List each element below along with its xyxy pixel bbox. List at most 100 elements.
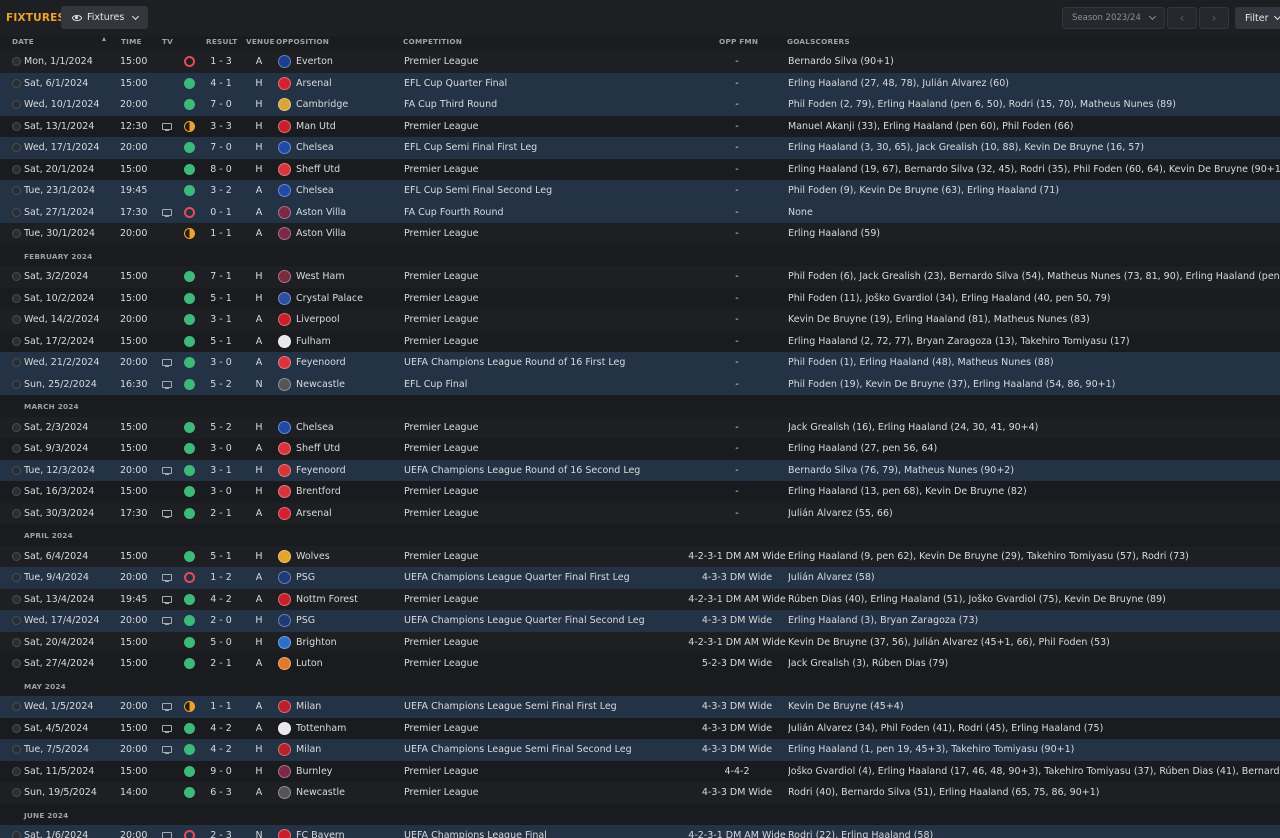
fixture-row[interactable]: Sat, 4/5/2024 15:00 4 - 2 A Tottenham Premier… bbox=[0, 717, 1280, 739]
fixture-competition[interactable]: Premier League bbox=[404, 637, 478, 648]
fixture-result[interactable]: 1 - 3 bbox=[207, 56, 235, 67]
fixture-row[interactable]: Sun, 19/5/2024 14:00 6 - 3 A Newcastle Premie… bbox=[0, 782, 1280, 804]
fixture-row[interactable]: Wed, 1/5/2024 20:00 1 - 1 A Milan UEFA Champi… bbox=[0, 696, 1280, 718]
fixture-result[interactable]: 1 - 2 bbox=[207, 572, 235, 583]
fixture-row[interactable]: Wed, 17/4/2024 20:00 2 - 0 H PSG UEFA Champio… bbox=[0, 610, 1280, 632]
fixture-result[interactable]: 6 - 3 bbox=[207, 787, 235, 798]
fixture-result[interactable]: 2 - 3 bbox=[207, 830, 235, 838]
fixture-opposition[interactable]: Brentford bbox=[296, 486, 341, 497]
fixture-competition[interactable]: UEFA Champions League Semi Final First L… bbox=[404, 701, 617, 712]
fixture-opposition[interactable]: FC Bayern bbox=[296, 830, 345, 838]
fixture-result[interactable]: 7 - 0 bbox=[207, 142, 235, 153]
fixture-row[interactable]: Mon, 1/1/2024 15:00 1 - 3 A Everton Premier L… bbox=[0, 51, 1280, 73]
fixture-opposition[interactable]: Everton bbox=[296, 56, 333, 67]
fixture-opposition[interactable]: Luton bbox=[296, 658, 323, 669]
fixture-competition[interactable]: Premier League bbox=[404, 787, 478, 798]
fixture-result[interactable]: 3 - 1 bbox=[207, 314, 235, 325]
fixture-competition[interactable]: Premier League bbox=[404, 271, 478, 282]
fixture-row[interactable]: Wed, 21/2/2024 20:00 3 - 0 A Feyenoord UEFA C… bbox=[0, 352, 1280, 374]
fixture-opposition[interactable]: PSG bbox=[296, 615, 315, 626]
col-tv[interactable]: TV bbox=[162, 37, 173, 46]
fixture-result[interactable]: 7 - 1 bbox=[207, 271, 235, 282]
fixture-opposition[interactable]: Arsenal bbox=[296, 78, 332, 89]
fixture-competition[interactable]: Premier League bbox=[404, 228, 478, 239]
fixture-competition[interactable]: UEFA Champions League Round of 16 First … bbox=[404, 357, 625, 368]
fixture-row[interactable]: Sat, 10/2/2024 15:00 5 - 1 H Crystal Palace P… bbox=[0, 287, 1280, 309]
fixture-competition[interactable]: EFL Cup Final bbox=[404, 379, 467, 390]
fixture-opposition[interactable]: Tottenham bbox=[296, 723, 346, 734]
fixture-opposition[interactable]: Crystal Palace bbox=[296, 293, 363, 304]
fixture-opposition[interactable]: Sheff Utd bbox=[296, 443, 340, 454]
fixture-competition[interactable]: Premier League bbox=[404, 508, 478, 519]
fixture-result[interactable]: 3 - 1 bbox=[207, 465, 235, 476]
filter-dropdown[interactable]: Filter bbox=[1235, 7, 1280, 29]
fixture-opposition[interactable]: Milan bbox=[296, 744, 321, 755]
fixture-competition[interactable]: EFL Cup Semi Final First Leg bbox=[404, 142, 537, 153]
fixture-opposition[interactable]: Chelsea bbox=[296, 422, 334, 433]
fixture-result[interactable]: 3 - 0 bbox=[207, 357, 235, 368]
col-opp-fmn[interactable]: OPP FMN bbox=[719, 37, 758, 46]
fixture-row[interactable]: Tue, 12/3/2024 20:00 3 - 1 H Feyenoord UEFA C… bbox=[0, 459, 1280, 481]
fixture-row[interactable]: Sat, 11/5/2024 15:00 9 - 0 H Burnley Premier … bbox=[0, 760, 1280, 782]
fixture-competition[interactable]: Premier League bbox=[404, 121, 478, 132]
fixture-result[interactable]: 3 - 0 bbox=[207, 443, 235, 454]
fixture-result[interactable]: 4 - 1 bbox=[207, 78, 235, 89]
fixture-competition[interactable]: UEFA Champions League Quarter Final Firs… bbox=[404, 572, 630, 583]
fixture-result[interactable]: 7 - 0 bbox=[207, 99, 235, 110]
prev-button[interactable]: ‹ bbox=[1167, 7, 1197, 29]
fixture-competition[interactable]: Premier League bbox=[404, 56, 478, 67]
fixture-competition[interactable]: Premier League bbox=[404, 314, 478, 325]
fixture-opposition[interactable]: Fulham bbox=[296, 336, 331, 347]
fixture-opposition[interactable]: Feyenoord bbox=[296, 465, 346, 476]
fixture-result[interactable]: 9 - 0 bbox=[207, 766, 235, 777]
fixture-result[interactable]: 5 - 1 bbox=[207, 551, 235, 562]
fixture-result[interactable]: 5 - 2 bbox=[207, 422, 235, 433]
fixture-result[interactable]: 8 - 0 bbox=[207, 164, 235, 175]
fixture-result[interactable]: 5 - 1 bbox=[207, 293, 235, 304]
fixture-row[interactable]: Tue, 7/5/2024 20:00 4 - 2 H Milan UEFA Champi… bbox=[0, 739, 1280, 761]
fixture-result[interactable]: 3 - 2 bbox=[207, 185, 235, 196]
fixture-row[interactable]: Sun, 25/2/2024 16:30 5 - 2 N Newcastle EFL Cu… bbox=[0, 373, 1280, 395]
fixture-row[interactable]: Tue, 23/1/2024 19:45 3 - 2 A Chelsea EFL Cup … bbox=[0, 180, 1280, 202]
fixture-row[interactable]: Wed, 17/1/2024 20:00 7 - 0 H Chelsea EFL Cup … bbox=[0, 137, 1280, 159]
fixture-opposition[interactable]: Chelsea bbox=[296, 185, 334, 196]
fixture-row[interactable]: Sat, 17/2/2024 15:00 5 - 1 A Fulham Premier L… bbox=[0, 330, 1280, 352]
fixture-row[interactable]: Sat, 13/4/2024 19:45 4 - 2 A Nottm Forest Pre… bbox=[0, 588, 1280, 610]
fixture-row[interactable]: Sat, 20/1/2024 15:00 8 - 0 H Sheff Utd Premie… bbox=[0, 158, 1280, 180]
fixture-competition[interactable]: FA Cup Fourth Round bbox=[404, 207, 504, 218]
fixture-row[interactable]: Sat, 27/1/2024 17:30 0 - 1 A Aston Villa FA C… bbox=[0, 201, 1280, 223]
fixture-competition[interactable]: Premier League bbox=[404, 486, 478, 497]
fixture-opposition[interactable]: Feyenoord bbox=[296, 357, 346, 368]
fixture-competition[interactable]: UEFA Champions League Semi Final Second … bbox=[404, 744, 632, 755]
fixture-opposition[interactable]: Aston Villa bbox=[296, 228, 346, 239]
fixture-competition[interactable]: Premier League bbox=[404, 658, 478, 669]
fixture-row[interactable]: Tue, 9/4/2024 20:00 1 - 2 A PSG UEFA Champion… bbox=[0, 567, 1280, 589]
fixture-result[interactable]: 4 - 2 bbox=[207, 723, 235, 734]
fixture-row[interactable]: Sat, 20/4/2024 15:00 5 - 0 H Brighton Premier… bbox=[0, 631, 1280, 653]
fixture-row[interactable]: Sat, 6/4/2024 15:00 5 - 1 H Wolves Premier Le… bbox=[0, 545, 1280, 567]
fixture-result[interactable]: 1 - 1 bbox=[207, 701, 235, 712]
fixture-row[interactable]: Sat, 6/1/2024 15:00 4 - 1 H Arsenal EFL Cup Q… bbox=[0, 72, 1280, 94]
fixture-opposition[interactable]: Wolves bbox=[296, 551, 330, 562]
fixture-row[interactable]: Tue, 30/1/2024 20:00 1 - 1 A Aston Villa Prem… bbox=[0, 223, 1280, 245]
fixture-competition[interactable]: Premier League bbox=[404, 766, 478, 777]
fixture-result[interactable]: 5 - 0 bbox=[207, 637, 235, 648]
fixture-opposition[interactable]: Milan bbox=[296, 701, 321, 712]
fixture-competition[interactable]: Premier League bbox=[404, 723, 478, 734]
fixture-competition[interactable]: UEFA Champions League Quarter Final Seco… bbox=[404, 615, 645, 626]
next-button[interactable]: › bbox=[1199, 7, 1229, 29]
fixture-competition[interactable]: Premier League bbox=[404, 422, 478, 433]
fixture-result[interactable]: 5 - 1 bbox=[207, 336, 235, 347]
fixture-competition[interactable]: FA Cup Third Round bbox=[404, 99, 497, 110]
fixture-result[interactable]: 2 - 1 bbox=[207, 658, 235, 669]
fixture-opposition[interactable]: Sheff Utd bbox=[296, 164, 340, 175]
fixture-row[interactable]: Sat, 9/3/2024 15:00 3 - 0 A Sheff Utd Premier… bbox=[0, 438, 1280, 460]
fixture-row[interactable]: Sat, 13/1/2024 12:30 3 - 3 H Man Utd Premier … bbox=[0, 115, 1280, 137]
col-time[interactable]: TIME bbox=[121, 37, 142, 46]
col-competition[interactable]: COMPETITION bbox=[403, 37, 462, 46]
fixture-result[interactable]: 3 - 0 bbox=[207, 486, 235, 497]
fixture-competition[interactable]: EFL Cup Quarter Final bbox=[404, 78, 507, 89]
col-result[interactable]: RESULT bbox=[206, 37, 237, 46]
fixture-opposition[interactable]: Liverpool bbox=[296, 314, 340, 325]
fixture-competition[interactable]: Premier League bbox=[404, 164, 478, 175]
